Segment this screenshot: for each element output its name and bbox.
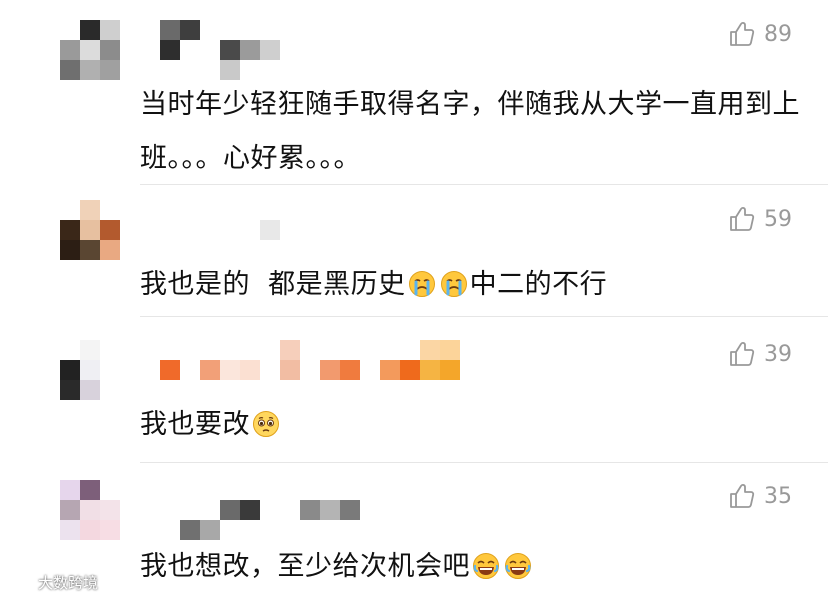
avatar-pixel: [60, 40, 80, 60]
comment-text: 我也想改，至少给次机会吧: [140, 540, 534, 594]
avatar-pixel: [100, 520, 120, 540]
name-pixel: [280, 360, 300, 380]
avatar-pixel: [60, 360, 80, 380]
name-pixel: [320, 360, 340, 380]
avatar-pixel: [100, 40, 120, 60]
name-pixel: [280, 340, 300, 360]
avatar-pixel: [80, 500, 100, 520]
avatar-pixel: [60, 60, 80, 80]
divider: [140, 184, 828, 185]
name-pixel: [160, 40, 180, 60]
like-count: 39: [764, 341, 792, 367]
name-pixel: [240, 40, 260, 60]
name-pixel: [200, 360, 220, 380]
name-pixel: [440, 340, 460, 360]
name-pixel: [340, 360, 360, 380]
thumbs-up-icon: [730, 342, 755, 366]
thumbs-up-icon: [730, 22, 755, 46]
avatar-pixel: [100, 220, 120, 240]
avatar-pixel: [80, 200, 100, 220]
name-pixel: [200, 520, 220, 540]
avatar-pixel: [80, 480, 100, 500]
name-pixel: [320, 500, 340, 520]
avatar-pixel: [80, 220, 100, 240]
like-button[interactable]: 39: [728, 340, 792, 368]
comment-text: 我也要改: [140, 398, 282, 452]
avatar-pixel: [80, 360, 100, 380]
comment-text: 当时年少轻狂随手取得名字，伴随我从大学一直用到上班。。。心好累。。。: [140, 78, 800, 186]
watermark-text: 大数跨境: [38, 574, 99, 592]
username-redacted[interactable]: [140, 340, 460, 380]
avatar-pixel: [80, 60, 100, 80]
username-redacted[interactable]: [140, 500, 380, 540]
name-pixel: [220, 500, 240, 520]
avatar-pixel: [60, 500, 80, 520]
avatar-pixel: [60, 520, 80, 540]
avatar[interactable]: [60, 200, 120, 260]
laughing-tears-emoji-icon: [505, 553, 531, 579]
comments-screen: { "comments": [ {"likes": "89", "text": …: [0, 0, 828, 599]
avatar-pixel: [60, 480, 80, 500]
comment-body: 我也是的 都是黑历史: [140, 269, 406, 300]
avatar-pixel: [80, 520, 100, 540]
comment-body: 我也要改: [140, 409, 250, 440]
username-redacted[interactable]: [140, 20, 290, 80]
name-pixel: [300, 500, 320, 520]
comment-body: 当时年少轻狂随手取得名字，伴随我从大学一直用到上班。。。心好累。。。: [140, 89, 800, 174]
name-pixel: [160, 20, 180, 40]
avatar-pixel: [80, 240, 100, 260]
avatar-pixel: [100, 20, 120, 40]
avatar-pixel: [60, 220, 80, 240]
avatar-pixel: [100, 60, 120, 80]
name-pixel: [400, 360, 420, 380]
name-pixel: [180, 520, 200, 540]
name-pixel: [260, 40, 280, 60]
avatar-pixel: [60, 380, 80, 400]
avatar[interactable]: [60, 480, 120, 540]
name-pixel: [420, 340, 440, 360]
avatar-pixel: [80, 40, 100, 60]
crying-emoji-icon: [440, 271, 467, 297]
avatar-pixel: [100, 500, 120, 520]
like-button[interactable]: 89: [728, 20, 792, 48]
avatar-pixel: [100, 240, 120, 260]
avatar-pixel: [80, 380, 100, 400]
like-button[interactable]: 35: [728, 482, 792, 510]
name-pixel: [260, 220, 280, 240]
avatar-pixel: [80, 20, 100, 40]
name-pixel: [220, 40, 240, 60]
avatar-pixel: [80, 340, 100, 360]
comment-body-tail: 中二的不行: [469, 269, 608, 300]
like-count: 89: [764, 21, 792, 47]
name-pixel: [220, 60, 240, 80]
like-count: 59: [764, 206, 792, 232]
name-pixel: [180, 20, 200, 40]
divider: [140, 462, 828, 463]
username-redacted[interactable]: [140, 220, 290, 260]
name-pixel: [240, 360, 260, 380]
thumbs-up-icon: [730, 207, 755, 231]
name-pixel: [240, 500, 260, 520]
avatar[interactable]: [60, 20, 120, 80]
laughing-tears-emoji-icon: [473, 553, 499, 579]
crying-emoji-icon: [408, 271, 435, 297]
thumbs-up-icon: [730, 484, 755, 508]
avatar-pixel: [60, 240, 80, 260]
name-pixel: [440, 360, 460, 380]
like-count: 35: [764, 483, 792, 509]
divider: [140, 316, 828, 317]
watermark-logo-icon: [9, 574, 33, 591]
name-pixel: [380, 360, 400, 380]
comment-text: 我也是的 都是黑历史 中二的不行: [140, 258, 607, 312]
comment-body: 我也想改，至少给次机会吧: [140, 551, 470, 582]
name-pixel: [160, 360, 180, 380]
name-pixel: [420, 360, 440, 380]
pleading-emoji-icon: [253, 411, 279, 437]
name-pixel: [220, 360, 240, 380]
watermark: 大数跨境: [8, 572, 98, 593]
avatar[interactable]: [60, 340, 120, 400]
name-pixel: [340, 500, 360, 520]
like-button[interactable]: 59: [728, 205, 792, 233]
